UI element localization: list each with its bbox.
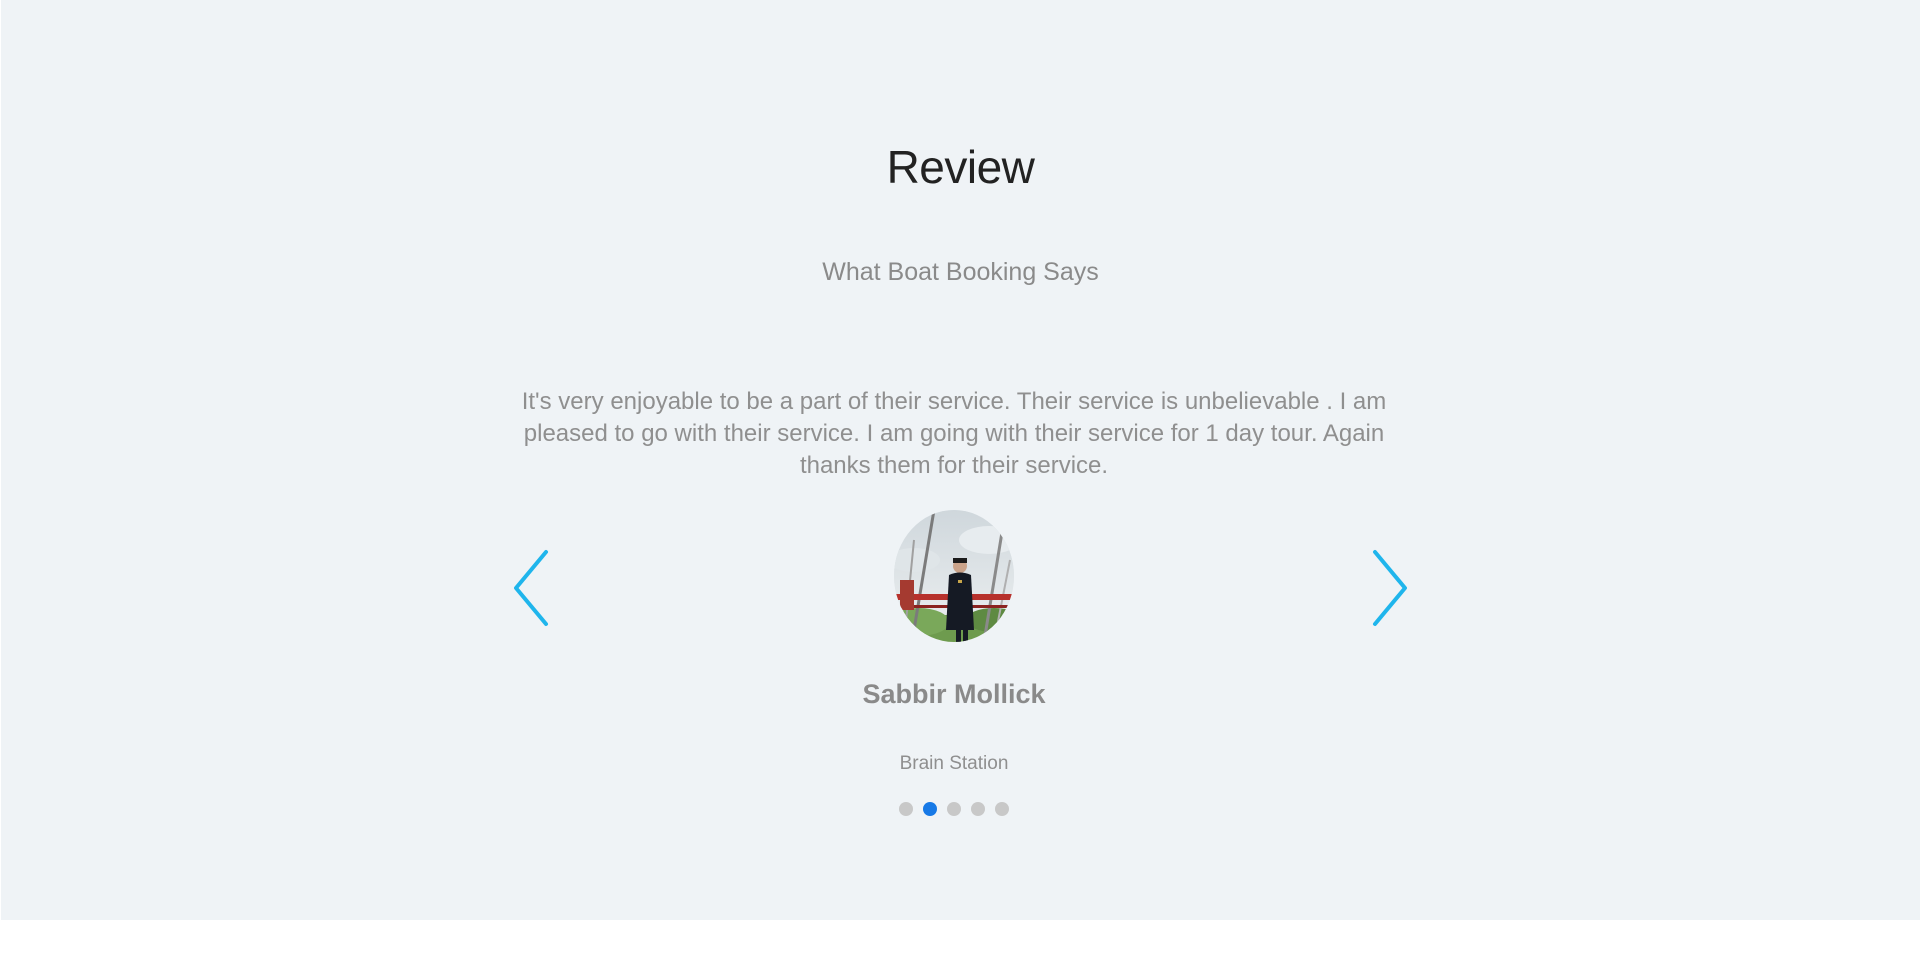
reviewer-avatar <box>894 510 1014 642</box>
reviewer-name: Sabbir Mollick <box>862 679 1046 709</box>
carousel-pagination <box>899 802 1009 816</box>
carousel-next-button[interactable] <box>1367 548 1411 628</box>
review-section: Review What Boat Booking Says It's very … <box>1 0 1920 920</box>
carousel-dot-2[interactable] <box>923 802 937 816</box>
reviewer-company: Brain Station <box>899 753 1009 774</box>
carousel-dot-1[interactable] <box>899 802 913 816</box>
carousel-dot-5[interactable] <box>995 802 1009 816</box>
carousel-dot-4[interactable] <box>971 802 985 816</box>
carousel-dot-3[interactable] <box>947 802 961 816</box>
chevron-right-icon <box>1373 550 1407 626</box>
carousel-prev-button[interactable] <box>510 548 554 628</box>
section-title: Review <box>886 141 1035 193</box>
chevron-left-icon <box>514 550 548 626</box>
section-subtitle: What Boat Booking Says <box>822 258 1099 286</box>
testimonial-text: It's very enjoyable to be a part of thei… <box>521 388 1387 479</box>
